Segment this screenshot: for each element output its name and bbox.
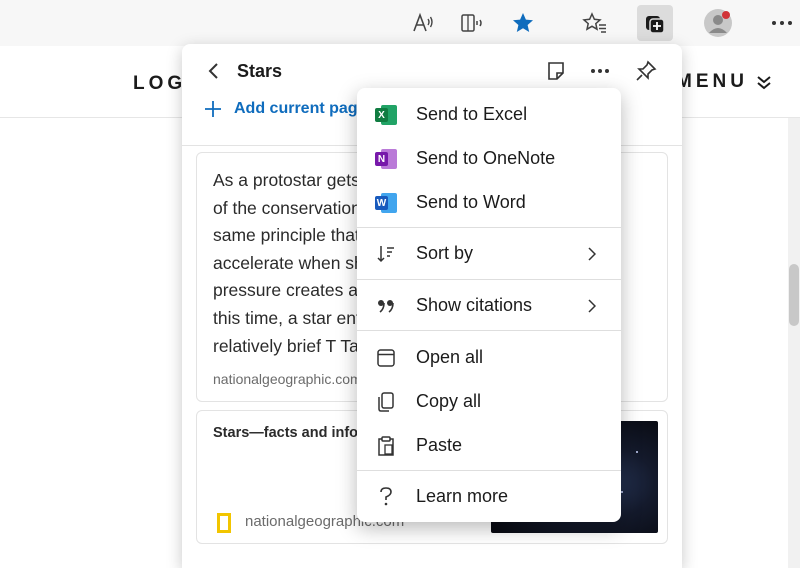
collections-icon[interactable] <box>637 5 673 41</box>
onenote-icon: N <box>375 148 397 170</box>
menu-item-label: Send to Word <box>416 192 526 212</box>
copy-icon <box>375 391 397 413</box>
word-icon: W <box>375 192 397 214</box>
collection-title: Stars <box>237 61 283 81</box>
menu-item-label: Open all <box>416 347 484 367</box>
menu-item-label: Learn more <box>416 486 509 506</box>
add-note-icon[interactable] <box>543 58 569 84</box>
profile-icon[interactable] <box>700 5 736 41</box>
menu-item-send-to-word[interactable]: W Send to Word <box>357 180 621 224</box>
citation-icon <box>375 295 397 317</box>
double-chevron-down-icon <box>757 76 771 90</box>
chevron-right-icon <box>585 244 599 264</box>
notification-dot <box>722 11 730 19</box>
menu-item-label: Send to Excel <box>416 104 528 124</box>
menu-separator <box>357 470 621 471</box>
menu-item-label: Paste <box>416 435 463 455</box>
sort-icon <box>375 243 397 265</box>
menu-separator <box>357 330 621 331</box>
menu-separator <box>357 279 621 280</box>
menu-item-paste[interactable]: Paste <box>357 423 621 467</box>
more-options-icon[interactable] <box>587 58 613 84</box>
menu-item-show-citations[interactable]: Show citations <box>357 283 621 327</box>
add-current-page-label: Add current page <box>234 100 367 117</box>
pin-icon[interactable] <box>633 58 659 84</box>
immersive-reader-icon[interactable] <box>455 5 491 41</box>
menu-item-label: Sort by <box>416 243 474 263</box>
open-all-icon <box>375 347 397 369</box>
menu-item-send-to-onenote[interactable]: N Send to OneNote <box>357 136 621 180</box>
menu-separator <box>357 227 621 228</box>
natgeo-logo-icon <box>217 513 231 533</box>
add-current-page-button[interactable]: Add current page <box>204 100 366 118</box>
excel-icon: X <box>375 104 397 126</box>
menu-item-send-to-excel[interactable]: X Send to Excel <box>357 92 621 136</box>
menu-item-copy-all[interactable]: Copy all <box>357 379 621 423</box>
plus-icon <box>205 101 221 117</box>
menu-item-learn-more[interactable]: Learn more <box>357 474 621 518</box>
menu-item-label: Show citations <box>416 295 533 315</box>
menu-item-label: Copy all <box>416 391 482 411</box>
help-icon <box>375 486 397 508</box>
menu-item-label: Send to OneNote <box>416 148 556 168</box>
read-aloud-icon[interactable] <box>405 5 441 41</box>
back-chevron-icon[interactable] <box>202 60 224 82</box>
favorite-star-icon[interactable] <box>505 5 541 41</box>
menu-item-sort-by[interactable]: Sort by <box>357 231 621 275</box>
collection-context-menu: X Send to Excel N Send to OneNote W Send… <box>357 88 621 522</box>
scrollbar-thumb[interactable] <box>789 264 799 326</box>
chevron-right-icon <box>585 296 599 316</box>
site-menu-label: MENU <box>676 71 748 92</box>
browser-toolbar <box>0 0 800 46</box>
page-scrollbar[interactable] <box>788 118 800 568</box>
menu-item-open-all[interactable]: Open all <box>357 335 621 379</box>
more-icon[interactable] <box>764 5 800 41</box>
paste-icon <box>375 435 397 457</box>
favorites-icon[interactable] <box>577 5 613 41</box>
site-menu[interactable]: MENU <box>676 71 772 93</box>
note-source: nationalgeographic.com <box>213 371 362 387</box>
